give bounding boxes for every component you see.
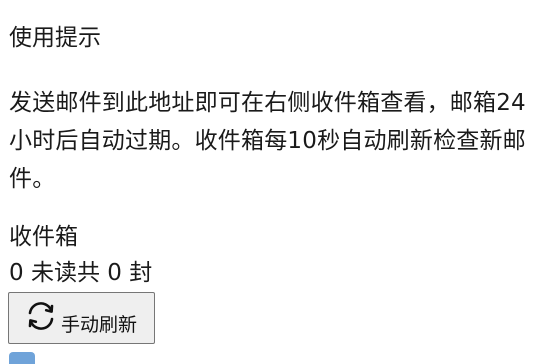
manual-refresh-label: 手动刷新 [61,314,138,336]
total-count: 0 [107,260,122,286]
tips-text: 发送邮件到此地址即可在右侧收件箱查看，邮箱24小时后自动过期。收件箱每10秒自动… [9,90,526,192]
total-suffix: 封 [129,260,153,286]
unread-label: 未读 [30,260,77,286]
manual-refresh-button[interactable]: 手动刷新 [8,292,155,344]
refresh-icon [23,298,59,334]
tips-title: 使用提示 [9,25,101,51]
inbox-counts: 0 未读共 0 封 [9,257,152,289]
unread-count: 0 [9,260,24,286]
envelope-icon [9,352,35,364]
inbox-title: 收件箱 [9,224,78,250]
total-prefix: 共 [76,260,100,286]
